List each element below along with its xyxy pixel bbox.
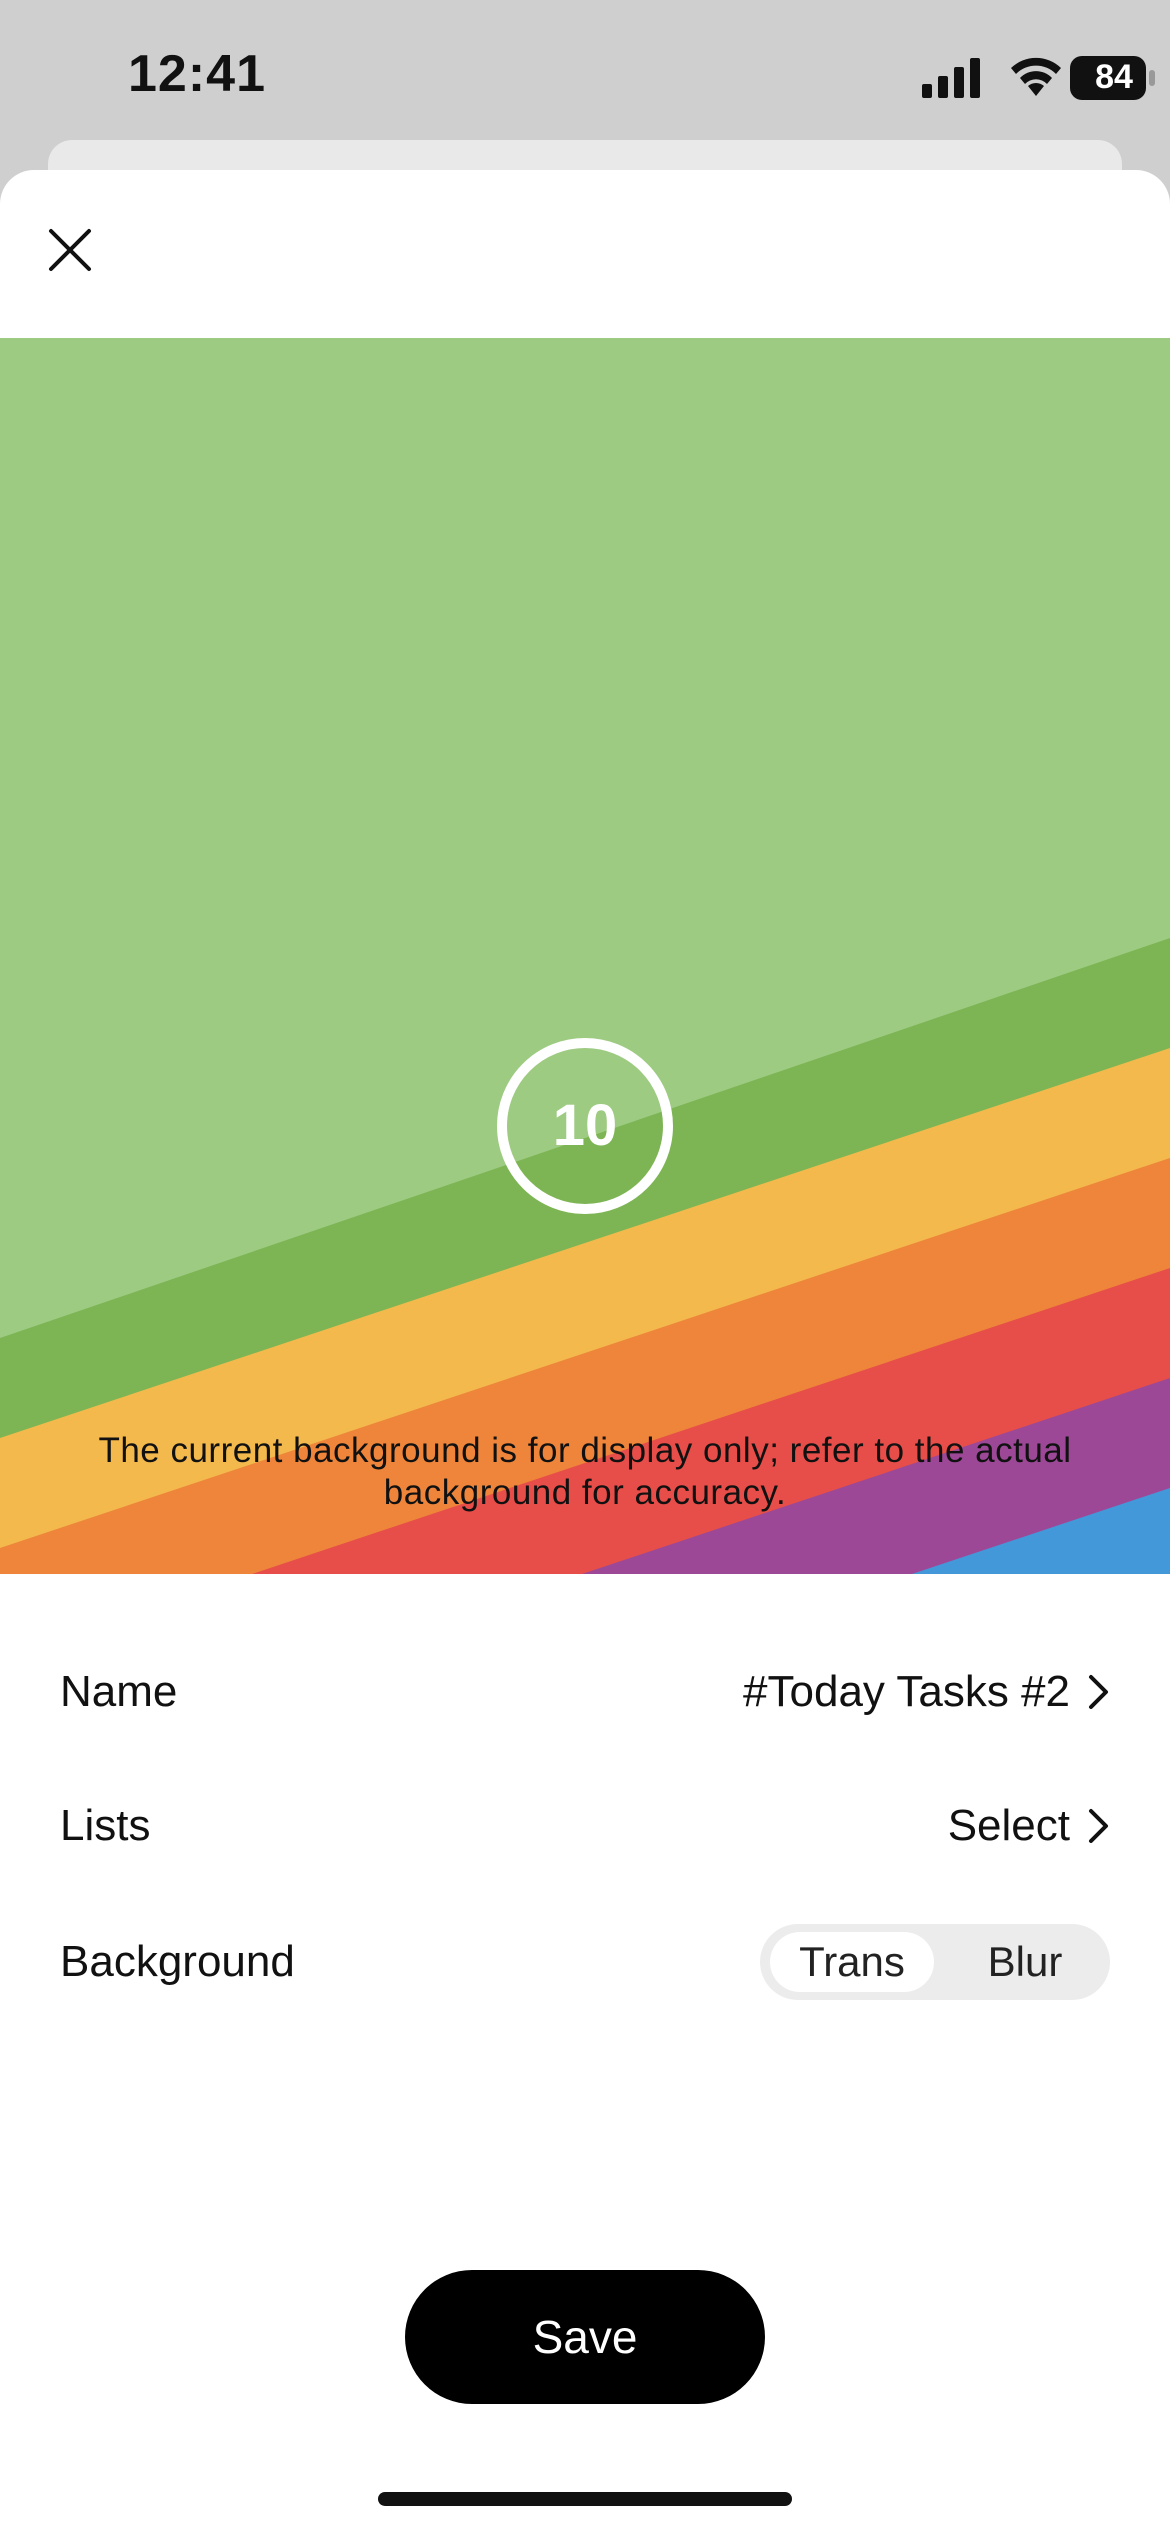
task-count-ring: 10 [497,1038,673,1214]
wifi-icon [1011,57,1061,96]
name-label: Name [60,1667,178,1716]
lists-row[interactable]: Lists Select [60,1776,1110,1876]
widget-preview: 10 The current background is for display… [0,338,1170,1574]
lists-value: Select [947,1801,1070,1850]
chevron-right-icon [1089,1675,1108,1709]
chevron-right-icon [1089,1809,1108,1843]
widget-edit-sheet: 10 The current background is for display… [0,170,1170,2532]
background-option-blur[interactable]: Blur [950,1932,1100,1992]
name-row[interactable]: Name #Today Tasks #2 [60,1642,1110,1742]
status-icons: 84 [870,50,1170,110]
lists-label: Lists [60,1801,151,1850]
battery-level: 84 [1095,58,1133,96]
close-button[interactable] [40,220,100,280]
lists-select-link[interactable]: Select [948,1801,1110,1851]
cellular-signal-icon [922,58,980,98]
background-row: Background Trans Blur [60,1912,1110,2012]
home-indicator [378,2492,792,2506]
background-segmented-control[interactable]: Trans Blur [760,1924,1110,2000]
preview-disclaimer: The current background is for display on… [98,1431,1072,1512]
name-value: #Today Tasks #2 [743,1667,1070,1716]
status-time: 12:41 [128,45,266,103]
save-button[interactable]: Save [405,2270,765,2404]
background-label: Background [60,1937,295,1986]
task-count: 10 [552,1093,618,1158]
rainbow-background-image [0,338,1170,1574]
close-icon [49,229,91,271]
background-option-trans[interactable]: Trans [770,1932,934,1992]
name-value-link[interactable]: #Today Tasks #2 [743,1667,1110,1717]
status-bar: 12:41 84 [0,0,1170,160]
